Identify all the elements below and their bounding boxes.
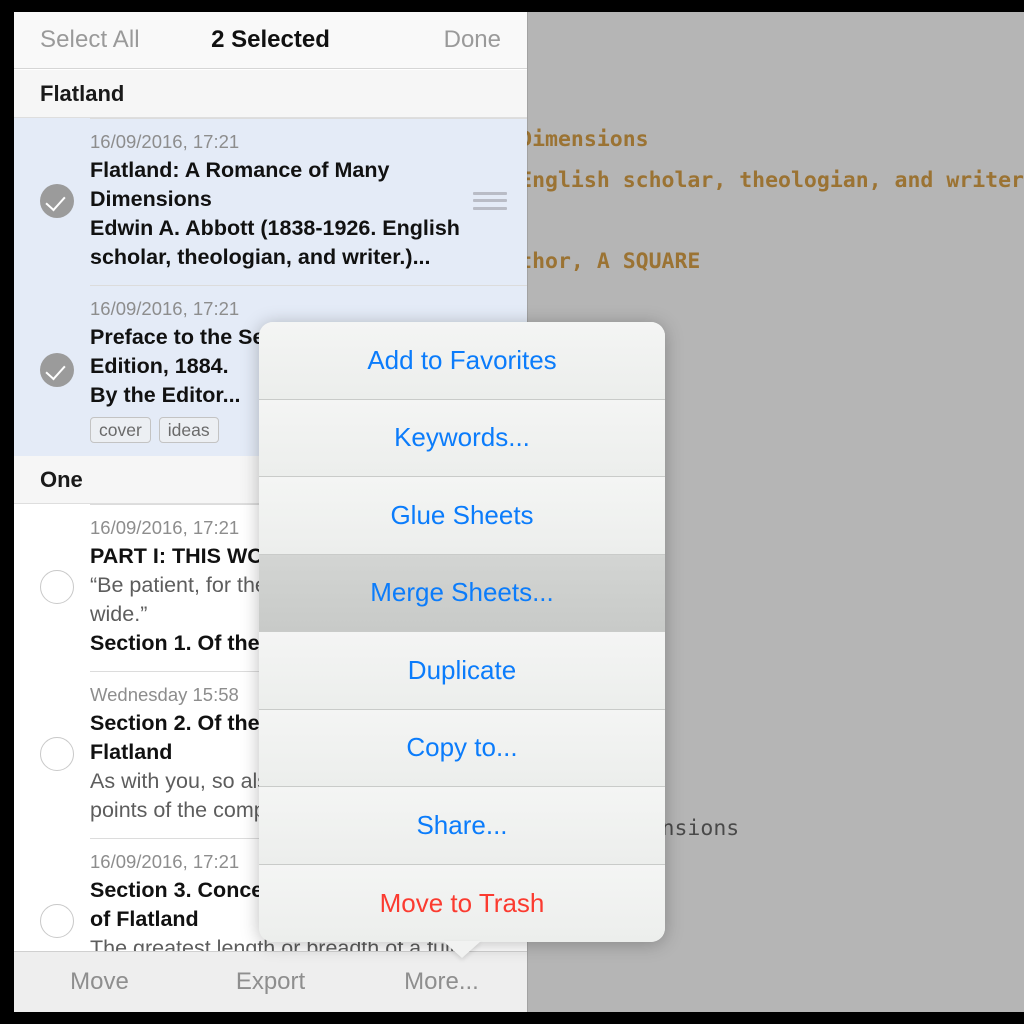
tag-pill[interactable]: ideas <box>158 417 219 443</box>
sheet-row-body: 16/09/2016, 17:21 Flatland: A Romance of … <box>90 129 467 272</box>
sheet-row[interactable]: 16/09/2016, 17:21 Flatland: A Romance of … <box>14 118 527 285</box>
checkbox-checked-icon[interactable] <box>40 352 74 387</box>
select-all-button[interactable]: Select All <box>40 26 140 54</box>
menu-item[interactable]: Keywords... <box>259 399 665 477</box>
export-button[interactable]: Export <box>185 968 356 996</box>
screen-root: # Flatland: A Romance of Many Dimensions… <box>0 0 1024 1024</box>
action-menu-list: Add to Favorites Keywords... Glue Sheets Me… <box>259 322 665 942</box>
sheet-row-date: 16/09/2016, 17:21 <box>90 131 240 152</box>
checkbox-empty-icon[interactable] <box>40 569 74 604</box>
section-header: Flatland <box>14 70 527 118</box>
bottom-toolbar: Move Export More... <box>14 951 527 1012</box>
more-button[interactable]: More... <box>356 968 527 996</box>
navigation-bar: Select All 2 Selected Done <box>14 12 527 69</box>
sheet-row-title: Flatland: A Romance of Many Dimensions <box>90 158 390 211</box>
checkbox-empty-icon[interactable] <box>40 903 74 938</box>
popover-tail-arrow <box>443 941 481 958</box>
sheet-row-date: 16/09/2016, 17:21 <box>90 298 240 319</box>
tag-pill[interactable]: cover <box>90 417 151 443</box>
sheet-row-snippet: Edwin A. Abbott (1838-1926. English scho… <box>90 216 460 269</box>
menu-item[interactable]: Merge Sheets... <box>259 554 665 632</box>
drag-handle-icon[interactable] <box>473 191 507 210</box>
menu-item[interactable]: Copy to... <box>259 709 665 787</box>
menu-item[interactable]: Glue Sheets <box>259 477 665 555</box>
done-button[interactable]: Done <box>444 26 501 54</box>
action-menu-popover: Add to Favorites Keywords... Glue Sheets Me… <box>259 322 665 958</box>
checkbox-checked-icon[interactable] <box>40 183 74 218</box>
menu-item[interactable]: Move to Trash <box>259 864 665 942</box>
menu-item[interactable]: Add to Favorites <box>259 322 665 400</box>
checkbox-empty-icon[interactable] <box>40 736 74 771</box>
menu-item[interactable]: Duplicate <box>259 632 665 710</box>
menu-item[interactable]: Share... <box>259 787 665 865</box>
move-button[interactable]: Move <box>14 968 185 996</box>
